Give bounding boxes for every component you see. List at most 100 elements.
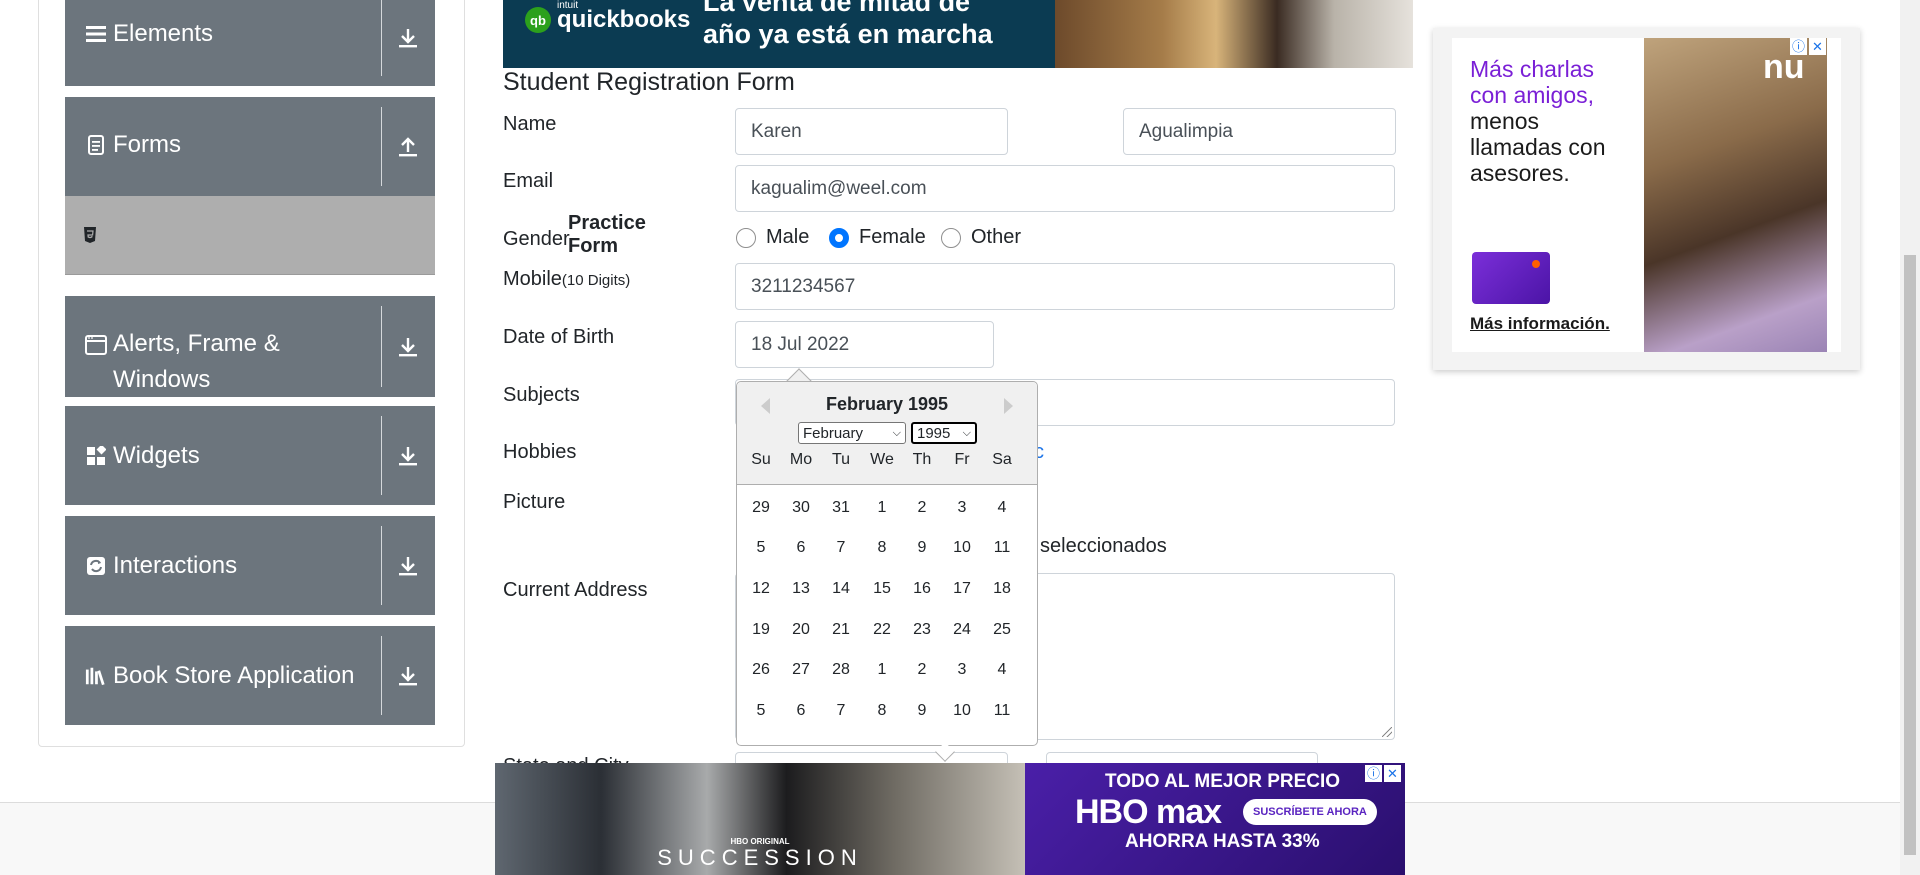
ad-close-icon[interactable]: ✕ xyxy=(1809,38,1826,55)
calendar-day[interactable]: 11 xyxy=(985,696,1019,726)
calendar-day[interactable]: 30 xyxy=(784,493,818,523)
download-icon[interactable] xyxy=(381,626,435,725)
calendar-day[interactable]: 9 xyxy=(905,696,939,726)
year-select[interactable]: 1995 ⌵ xyxy=(911,422,977,444)
calendar-day[interactable]: 31 xyxy=(824,493,858,523)
calendar-day[interactable]: 13 xyxy=(784,574,818,604)
calendar-day[interactable]: 8 xyxy=(865,696,899,726)
download-icon[interactable] xyxy=(381,0,435,86)
top-ad-banner[interactable]: intuit qb quickbooks La venta de mitad d… xyxy=(503,0,1413,68)
sidebar-group-elements[interactable]: Elements xyxy=(65,0,435,86)
subjects-label: Subjects xyxy=(503,384,580,406)
calendar-day[interactable]: 17 xyxy=(945,574,979,604)
sidebar-group-label: Book Store Application xyxy=(113,662,355,689)
sidebar-item-practice-form[interactable]: Practice Form xyxy=(65,196,646,275)
calendar-day[interactable]: 7 xyxy=(824,696,858,726)
sidebar-group-forms[interactable]: Forms xyxy=(65,97,435,196)
calendar-day[interactable]: 24 xyxy=(945,615,979,645)
widgets-icon xyxy=(85,445,107,467)
email-label: Email xyxy=(503,170,554,192)
sidebar-group-interactions[interactable]: Interactions xyxy=(65,516,435,615)
radio-circle[interactable] xyxy=(736,227,756,248)
document-icon xyxy=(85,134,107,156)
calendar-day[interactable]: 29 xyxy=(744,493,778,523)
hobbies-label: Hobbies xyxy=(503,441,577,463)
calendar-day[interactable]: 27 xyxy=(784,655,818,685)
calendar-day[interactable]: 14 xyxy=(824,574,858,604)
calendar-day[interactable]: 4 xyxy=(985,493,1019,523)
next-month-icon[interactable] xyxy=(1004,398,1013,414)
ad-info-icon[interactable]: ⓘ xyxy=(1790,38,1807,55)
calendar-day[interactable]: 23 xyxy=(905,615,939,645)
gender-radio-male[interactable]: Male xyxy=(736,226,809,249)
page-scrollbar[interactable] xyxy=(1900,0,1920,875)
sidebar-group-widgets[interactable]: Widgets xyxy=(65,406,435,505)
calendar-day[interactable]: 25 xyxy=(985,615,1019,645)
download-icon[interactable] xyxy=(381,296,435,397)
calendar-day[interactable]: 8 xyxy=(865,533,899,563)
upload-icon[interactable] xyxy=(381,97,435,196)
sidebar-item-label: Practice Form xyxy=(568,212,646,257)
calendar-day[interactable]: 7 xyxy=(824,533,858,563)
radio-circle-checked[interactable] xyxy=(829,227,849,248)
calendar-day[interactable]: 3 xyxy=(945,655,979,685)
sidebar-group-book-store[interactable]: Book Store Application xyxy=(65,626,435,725)
day-name: Tu xyxy=(831,451,851,468)
calendar-day[interactable]: 10 xyxy=(945,696,979,726)
right-ad-banner[interactable]: Más charlas con amigos, menos llamadas c… xyxy=(1433,28,1860,370)
file-status-text: seleccionados xyxy=(1040,535,1167,557)
email-input[interactable]: kagualim@weel.com xyxy=(735,165,1395,212)
calendar-day[interactable]: 4 xyxy=(985,655,1019,685)
interactions-icon xyxy=(85,555,107,577)
sidebar-group-alerts[interactable]: Alerts, Frame & Windows xyxy=(65,296,435,397)
download-icon[interactable] xyxy=(381,516,435,615)
calendar-day[interactable]: 2 xyxy=(905,493,939,523)
calendar-day[interactable]: 16 xyxy=(905,574,939,604)
calendar-day[interactable]: 6 xyxy=(784,696,818,726)
calendar-day[interactable]: 19 xyxy=(744,615,778,645)
calendar-day[interactable]: 3 xyxy=(945,493,979,523)
calendar-day[interactable]: 21 xyxy=(824,615,858,645)
form-title: Student Registration Form xyxy=(503,68,795,96)
calendar-day[interactable]: 28 xyxy=(824,655,858,685)
calendar-day[interactable]: 26 xyxy=(744,655,778,685)
day-name: Su xyxy=(751,451,771,468)
calendar-day[interactable]: 5 xyxy=(744,533,778,563)
day-name: Th xyxy=(912,451,932,468)
gender-radio-other[interactable]: Other xyxy=(941,226,1021,249)
ad-info-icon[interactable]: ⓘ xyxy=(1365,765,1382,782)
calendar-day[interactable]: 9 xyxy=(905,533,939,563)
last-name-input[interactable]: Agualimpia xyxy=(1123,108,1396,155)
first-name-input[interactable]: Karen xyxy=(735,108,1008,155)
resize-grip-icon[interactable] xyxy=(1382,727,1392,737)
datepicker-popup[interactable]: February 1995 February ⌵ 1995 ⌵ Su Mo Tu We Th… xyxy=(736,381,1038,746)
radio-circle[interactable] xyxy=(941,227,961,248)
mobile-input[interactable]: 3211234567 xyxy=(735,263,1395,310)
calendar-day[interactable]: 20 xyxy=(784,615,818,645)
calendar-day[interactable]: 10 xyxy=(945,533,979,563)
calendar-day[interactable]: 11 xyxy=(985,533,1019,563)
download-icon[interactable] xyxy=(381,406,435,505)
calendar-day[interactable]: 1 xyxy=(865,655,899,685)
sidebar-group-label: Alerts, Frame & Windows xyxy=(113,330,280,393)
calendar-day[interactable]: 12 xyxy=(744,574,778,604)
scrollbar-thumb[interactable] xyxy=(1904,255,1916,855)
right-ad-more-link[interactable]: Más información. xyxy=(1470,314,1610,334)
calendar-day[interactable]: 5 xyxy=(744,696,778,726)
calendar-day[interactable]: 22 xyxy=(865,615,899,645)
month-select[interactable]: February ⌵ xyxy=(798,422,906,444)
sidebar-group-label: Interactions xyxy=(113,552,238,579)
dob-input[interactable]: 18 Jul 2022 xyxy=(735,321,994,368)
picture-label: Picture xyxy=(503,491,566,513)
sidebar-group-label: Widgets xyxy=(113,442,200,469)
calendar-day[interactable]: 6 xyxy=(784,533,818,563)
ad-close-icon[interactable]: ✕ xyxy=(1384,765,1401,782)
calendar-day[interactable]: 2 xyxy=(905,655,939,685)
calendar-day[interactable]: 1 xyxy=(865,493,899,523)
calendar-day[interactable]: 18 xyxy=(985,574,1019,604)
top-ad-photo xyxy=(1055,0,1413,68)
bottom-ad-banner[interactable]: HBO ORIGINAL SUCCESSION TODO AL MEJOR PR… xyxy=(495,763,1405,875)
subscribe-button[interactable]: SUSCRÍBETE AHORA xyxy=(1243,799,1377,825)
calendar-day[interactable]: 15 xyxy=(865,574,899,604)
gender-radio-female[interactable]: Female xyxy=(829,226,926,249)
